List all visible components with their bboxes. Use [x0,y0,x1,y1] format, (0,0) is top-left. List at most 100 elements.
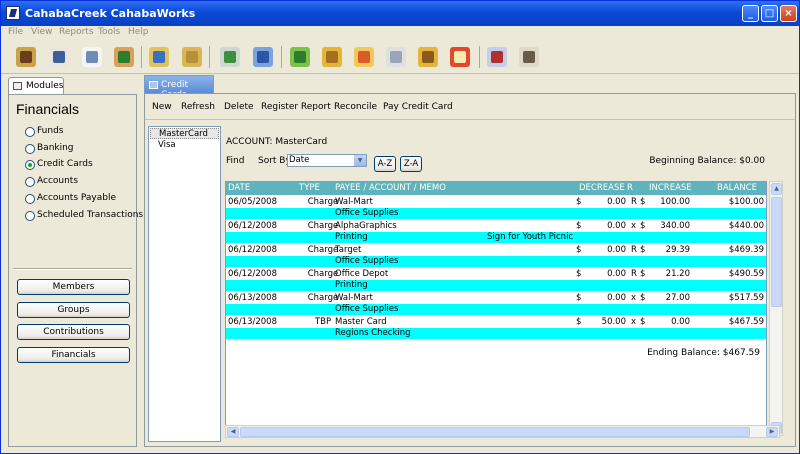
txn-balance: $517.59 [728,293,764,303]
title-bar[interactable]: CahabaCreek CahabaWorks _ □ × [1,1,799,26]
txn-increase-sign: $ [640,245,646,255]
radio-button-selected[interactable] [25,160,35,170]
members-icon[interactable] [111,44,137,70]
col-date[interactable]: DATE [228,183,250,193]
find-label[interactable]: Find [226,156,244,166]
vertical-scrollbar[interactable]: ▲ ▼ [769,181,783,436]
refresh-button[interactable]: Refresh [181,102,215,112]
members-button[interactable]: Members [17,279,130,295]
maximize-button[interactable]: □ [761,5,778,22]
modules-tab[interactable]: Modules [8,77,64,94]
radio-button[interactable] [25,144,35,154]
account-list[interactable]: MasterCard Visa [148,126,221,442]
groups-button[interactable]: Groups [17,302,130,318]
pay-credit-card-button[interactable]: Pay Credit Card [383,102,453,112]
account-item-mastercard[interactable]: MasterCard [150,128,219,139]
reconcile-button[interactable]: Reconcile [334,102,377,112]
money-transfer-icon[interactable] [287,44,313,70]
radio-label: Credit Cards [37,159,93,169]
txn-date: 06/13/2008 [228,293,277,303]
credit-cards-tab[interactable]: Credit Cards [144,75,214,100]
boxes-icon[interactable] [415,44,441,70]
menu-file[interactable]: File [8,27,23,37]
table-row[interactable]: 06/12/2008 Charge Office Depot $0.00 R $21.20… [226,268,766,280]
txn-increase-sign: $ [640,293,646,303]
table-row-memo[interactable]: Printing [226,280,766,291]
chevron-down-icon[interactable]: ▼ [354,155,366,166]
transactions-grid[interactable]: DATE TYPE PAYEE / ACCOUNT / MEMO DECREAS… [225,181,767,436]
contributions-button[interactable]: Contributions [17,324,130,340]
newsletter-icon[interactable] [46,44,72,70]
panel-splitter[interactable] [13,268,132,270]
table-row[interactable]: 06/13/2008 Charge Wal-Mart $0.00 x $27.00 $517… [226,292,766,304]
table-row-memo[interactable]: Office Supplies [226,256,766,267]
meeting-icon[interactable] [484,44,510,70]
radio-button[interactable] [25,211,35,221]
grid-header: DATE TYPE PAYEE / ACCOUNT / MEMO DECREAS… [226,182,766,195]
txn-reconciled: x [631,317,637,327]
account-item-visa[interactable]: Visa [150,140,219,151]
sort-by-label: Sort By [258,156,291,166]
col-increase[interactable]: INCREASE [649,183,692,193]
menu-view[interactable]: View [31,27,52,37]
new-button[interactable]: New [152,102,172,112]
table-row[interactable]: 06/13/2008 TBP Master Card $50.00 x $0.00 $467… [226,316,766,328]
scroll-right-icon[interactable]: ▶ [766,427,778,437]
masks-icon[interactable] [516,44,542,70]
grid-icon[interactable] [383,44,409,70]
menu-help[interactable]: Help [128,27,149,37]
scroll-thumb[interactable] [771,197,782,307]
menu-reports[interactable]: Reports [59,27,94,37]
txn-increase: 29.39 [665,245,690,255]
horizontal-scrollbar[interactable]: ◀ ▶ [225,425,780,438]
col-r[interactable]: R [627,183,633,193]
col-payee[interactable]: PAYEE / ACCOUNT / MEMO [335,183,446,193]
table-row-memo[interactable]: Office Supplies [226,304,766,315]
txn-payee: Master Card [335,317,387,327]
col-type[interactable]: TYPE [299,183,320,193]
alarm-clock-icon[interactable] [447,44,473,70]
table-row[interactable]: 06/12/2008 Charge Target $0.00 R $29.39 $469.3… [226,244,766,256]
people-icon[interactable] [146,44,172,70]
table-row-memo[interactable]: Office Supplies [226,208,766,219]
scroll-up-icon[interactable]: ▲ [771,183,782,195]
txn-decrease: 0.00 [607,221,626,231]
txn-payee: Wal-Mart [335,197,373,207]
window-icon [13,82,22,90]
txn-account: Regions Checking [335,328,411,338]
footprints-icon[interactable] [179,44,205,70]
financials-button[interactable]: Financials [17,347,130,363]
radio-button[interactable] [25,177,35,187]
credit-card-icon[interactable] [351,44,377,70]
basket-icon[interactable] [250,44,276,70]
table-row-memo[interactable]: Regions Checking [226,328,766,339]
col-balance[interactable]: BALANCE [717,183,757,193]
radio-button[interactable] [25,194,35,204]
register-report-button[interactable]: Register Report [261,102,331,112]
package-icon[interactable] [319,44,345,70]
toolbar [1,40,799,74]
scroll-thumb[interactable] [240,427,750,437]
sort-by-select[interactable]: Date ▼ [287,154,367,167]
radio-button[interactable] [25,127,35,137]
sort-by-value: Date [289,155,310,165]
document-icon[interactable] [79,44,105,70]
menu-tools[interactable]: Tools [98,27,120,37]
table-row[interactable]: 06/05/2008 Charge Wal-Mart $0.00 R $100.00 $10… [226,196,766,208]
financials-heading: Financials [16,101,80,117]
table-row[interactable]: 06/12/2008 Charge AlphaGraphics $0.00 x $340.… [226,220,766,232]
envelope-money-icon[interactable] [217,44,243,70]
address-book-icon[interactable] [13,44,39,70]
sort-az-button[interactable]: A-Z [374,156,396,172]
txn-date: 06/13/2008 [228,317,277,327]
minimize-button[interactable]: _ [742,5,759,22]
scroll-left-icon[interactable]: ◀ [227,427,239,437]
txn-payee: Office Depot [335,269,389,279]
delete-button[interactable]: Delete [224,102,254,112]
txn-date: 06/12/2008 [228,245,277,255]
table-row-memo[interactable]: Printing Sign for Youth Picnic [226,232,766,243]
sort-za-button[interactable]: Z-A [400,156,422,172]
col-decrease[interactable]: DECREASE [579,183,625,193]
txn-account: Printing [335,280,368,290]
close-button[interactable]: × [780,5,797,22]
